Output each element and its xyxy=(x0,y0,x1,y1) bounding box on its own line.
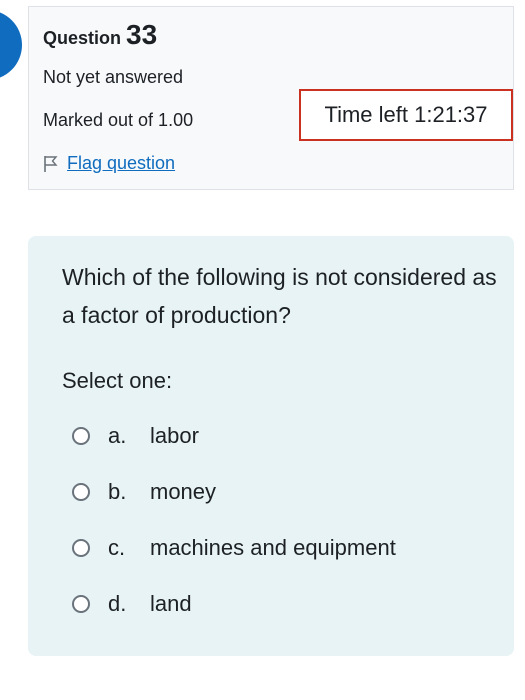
option-letter: c. xyxy=(108,535,126,560)
question-info-panel: Question 33 Not yet answered Marked out … xyxy=(28,6,514,190)
question-grade: Marked out of 1.00 xyxy=(43,110,194,130)
option-letter: a. xyxy=(108,423,127,448)
option-letter: b. xyxy=(108,479,127,504)
radio-button-b[interactable] xyxy=(72,483,90,501)
option-label[interactable]: labor xyxy=(150,423,199,449)
quiz-timer: Time left 1:21:37 xyxy=(299,89,513,141)
question-text: Which of the following is not considered… xyxy=(62,264,497,328)
flag-question-link[interactable]: Flag question xyxy=(43,153,175,174)
flag-icon xyxy=(43,155,59,173)
question-state: Not yet answered xyxy=(43,67,184,87)
radio-button-a[interactable] xyxy=(72,427,90,445)
option-label[interactable]: money xyxy=(150,479,216,505)
answer-option-a[interactable]: a. labor xyxy=(72,408,396,464)
answer-options: a. labor b. money c. machines and equipm… xyxy=(72,408,396,632)
answer-option-d[interactable]: d. land xyxy=(72,576,396,632)
question-formulation: Which of the following is not considered… xyxy=(28,236,514,656)
flag-question-label[interactable]: Flag question xyxy=(67,153,175,174)
option-letter: d. xyxy=(108,591,127,616)
radio-button-d[interactable] xyxy=(72,595,90,613)
answer-option-b[interactable]: b. money xyxy=(72,464,396,520)
answer-option-c[interactable]: c. machines and equipment xyxy=(72,520,396,576)
question-number: 33 xyxy=(126,19,158,50)
radio-button-c[interactable] xyxy=(72,539,90,557)
question-number-heading: Question 33 xyxy=(43,19,157,51)
option-label[interactable]: land xyxy=(150,591,192,617)
drawer-toggle-edge[interactable] xyxy=(0,10,22,80)
option-label[interactable]: machines and equipment xyxy=(150,535,396,561)
answer-prompt: Select one: xyxy=(62,368,173,393)
question-word: Question xyxy=(43,28,122,48)
